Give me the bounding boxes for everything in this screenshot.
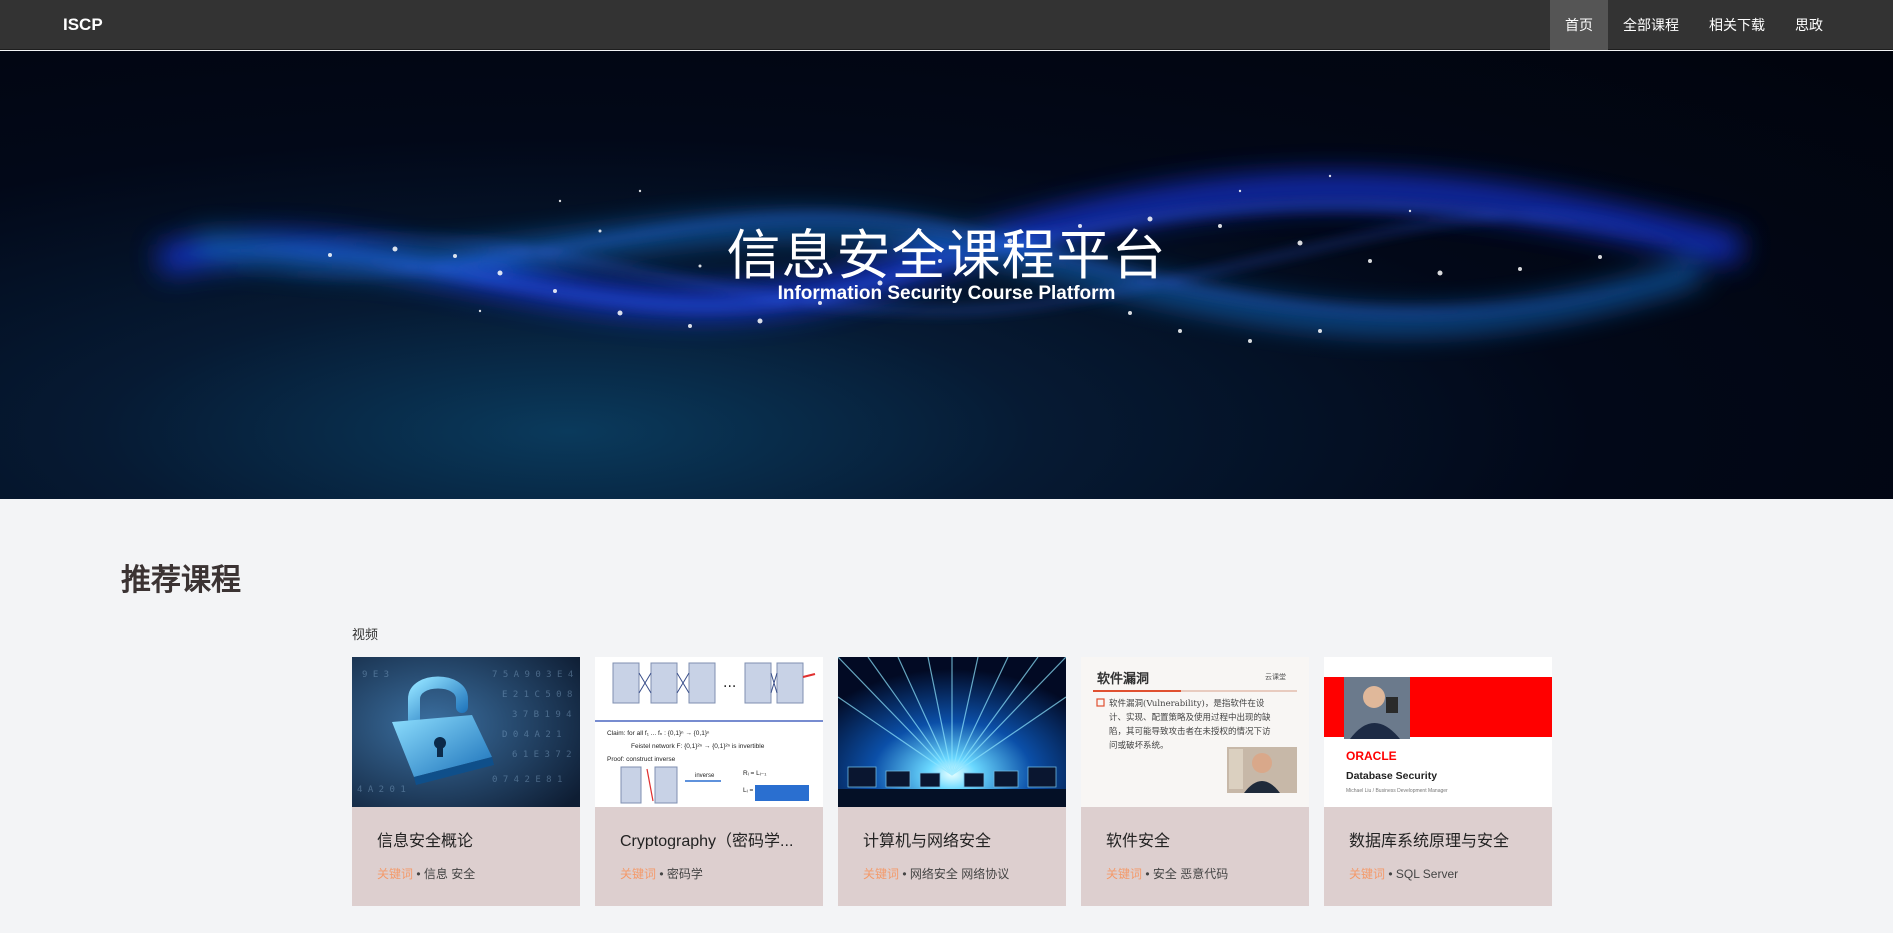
- brand-logo[interactable]: ISCP: [63, 0, 103, 50]
- course-title[interactable]: 数据库系统原理与安全: [1324, 807, 1552, 849]
- oracle-author-text: Michael Liu / Business Development Manag…: [1346, 788, 1448, 794]
- course-card[interactable]: ORACLE Database Security Michael Liu / B…: [1324, 657, 1552, 906]
- tag-separator: •: [656, 867, 667, 881]
- padlock-icon: 7 5 A 9 0 3 E 4 E 2 1 C 5 0 8 3 7 B 1 9 4…: [352, 657, 580, 807]
- keyword-label: 关键词: [1106, 867, 1143, 881]
- slide-icon: 软件漏洞 云课堂 软件漏洞(Vulnerability)，是指软件在设 计、实现…: [1081, 657, 1309, 807]
- course-thumbnail[interactable]: 7 5 A 9 0 3 E 4 E 2 1 C 5 0 8 3 7 B 1 9 4…: [352, 657, 580, 807]
- course-keywords: 关键词 • SQL Server: [1324, 849, 1552, 882]
- tag-separator: •: [899, 867, 910, 881]
- course-card-list: 7 5 A 9 0 3 E 4 E 2 1 C 5 0 8 3 7 B 1 9 4…: [352, 657, 1552, 906]
- slide-body-line-1: 软件漏洞(Vulnerability)，是指软件在设: [1109, 698, 1265, 709]
- slide-body-line-2: 计、实现、配置策略及使用过程中出现的缺: [1109, 712, 1271, 723]
- slide-body-line-4: 问或破坏系统。: [1109, 740, 1169, 751]
- course-keywords: 关键词 • 网络安全 网络协议: [838, 849, 1066, 882]
- nav-item-ideology[interactable]: 思政: [1780, 0, 1838, 50]
- slide-body-line-3: 陷，其可能导致攻击者在未授权的情况下访: [1109, 726, 1271, 737]
- category-label: 视频: [352, 627, 379, 642]
- oracle-logo-text: ORACLE: [1346, 749, 1397, 763]
- svg-text:3 7 B 1 9 4: 3 7 B 1 9 4: [512, 710, 572, 720]
- keyword-label: 关键词: [863, 867, 900, 881]
- course-card[interactable]: 7 5 A 9 0 3 E 4 E 2 1 C 5 0 8 3 7 B 1 9 4…: [352, 657, 580, 906]
- svg-text:6 1 E 3 7 2: 6 1 E 3 7 2: [512, 750, 572, 760]
- top-navbar: ISCP 首页 全部课程 相关下载 思政: [0, 0, 1893, 50]
- tag-separator: •: [1385, 867, 1396, 881]
- feistel-network-text: Feistel network F: {0,1}²ⁿ → {0,1}²ⁿ is …: [631, 743, 765, 750]
- hero-title: 信息安全课程平台: [726, 224, 1167, 287]
- svg-text:0 7 4 2 E 8 1: 0 7 4 2 E 8 1: [492, 775, 562, 785]
- svg-text:9 E 3: 9 E 3: [362, 670, 389, 680]
- svg-text:D 0 4 A 2 1: D 0 4 A 2 1: [502, 730, 562, 740]
- course-thumbnail[interactable]: ... Claim: for all f₁ ... fₙ : {0,1}ⁿ → …: [595, 657, 823, 807]
- course-tags: 信息 安全: [423, 867, 476, 881]
- feistel-network-icon: ... Claim: for all f₁ ... fₙ : {0,1}ⁿ → …: [595, 657, 823, 807]
- svg-text:...: ...: [723, 675, 736, 691]
- svg-text:7 5 A 9 0 3 E 4: 7 5 A 9 0 3 E 4: [492, 670, 573, 680]
- keyword-label: 关键词: [377, 867, 414, 881]
- svg-text:Rᵢ = Lᵢ₋₁: Rᵢ = Lᵢ₋₁: [743, 770, 767, 777]
- svg-text:E 2 1 C 5 0 8: E 2 1 C 5 0 8: [502, 690, 572, 700]
- nav-menu: 首页 全部课程 相关下载 思政: [1550, 0, 1838, 50]
- course-keywords: 关键词 • 信息 安全: [352, 849, 580, 882]
- course-tags: 安全 恶意代码: [1152, 867, 1229, 881]
- course-title[interactable]: Cryptography（密码学...: [595, 807, 823, 849]
- course-tags: 密码学: [666, 867, 703, 881]
- tag-separator: •: [413, 867, 424, 881]
- course-thumbnail[interactable]: 软件漏洞 云课堂 软件漏洞(Vulnerability)，是指软件在设 计、实现…: [1081, 657, 1309, 807]
- course-title[interactable]: 信息安全概论: [352, 807, 580, 849]
- section-title-recommended: 推荐课程: [121, 563, 241, 598]
- nav-item-all-courses[interactable]: 全部课程: [1608, 0, 1694, 50]
- tag-separator: •: [1142, 867, 1153, 881]
- nav-item-downloads[interactable]: 相关下载: [1694, 0, 1780, 50]
- oracle-title-text: Database Security: [1346, 770, 1437, 782]
- course-card[interactable]: ... Claim: for all f₁ ... fₙ : {0,1}ⁿ → …: [595, 657, 823, 906]
- slide-brand-text: 云课堂: [1265, 672, 1286, 681]
- network-tunnel-icon: [838, 657, 1066, 807]
- slide-title-text: 软件漏洞: [1097, 671, 1149, 687]
- svg-text:inverse: inverse: [695, 773, 715, 779]
- keyword-label: 关键词: [1349, 867, 1386, 881]
- feistel-claim-text: Claim: for all f₁ ... fₙ : {0,1}ⁿ → {0,1…: [607, 730, 710, 737]
- hero-banner: 信息安全课程平台 Information Security Course Pla…: [0, 51, 1893, 499]
- course-keywords: 关键词 • 密码学: [595, 849, 823, 882]
- feistel-proof-text: Proof: construct inverse: [607, 756, 676, 763]
- svg-text:4 A 2 0 1: 4 A 2 0 1: [357, 785, 406, 795]
- keyword-label: 关键词: [620, 867, 657, 881]
- course-thumbnail[interactable]: [838, 657, 1066, 807]
- course-thumbnail[interactable]: ORACLE Database Security Michael Liu / B…: [1324, 657, 1552, 807]
- hero-subtitle: Information Security Course Platform: [777, 283, 1116, 304]
- course-card[interactable]: 软件漏洞 云课堂 软件漏洞(Vulnerability)，是指软件在设 计、实现…: [1081, 657, 1309, 906]
- course-keywords: 关键词 • 安全 恶意代码: [1081, 849, 1309, 882]
- nav-item-home[interactable]: 首页: [1550, 0, 1608, 50]
- course-tags: SQL Server: [1395, 867, 1459, 881]
- course-tags: 网络安全 网络协议: [909, 867, 1010, 881]
- course-title[interactable]: 软件安全: [1081, 807, 1309, 849]
- course-card[interactable]: 计算机与网络安全 关键词 • 网络安全 网络协议: [838, 657, 1066, 906]
- svg-text:Lᵢ =: Lᵢ =: [743, 787, 753, 794]
- oracle-slide-icon: ORACLE Database Security Michael Liu / B…: [1324, 657, 1552, 807]
- course-title[interactable]: 计算机与网络安全: [838, 807, 1066, 849]
